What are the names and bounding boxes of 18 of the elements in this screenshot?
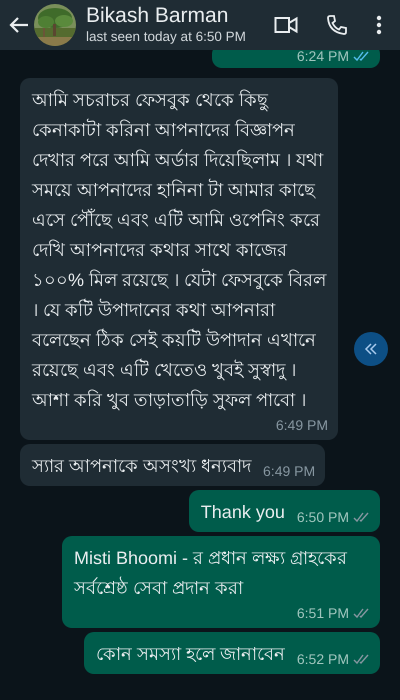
more-options-icon[interactable] [376,15,382,35]
message-text: Misti Bhoomi - র প্রধান লক্ষ্য গ্রাহকের সর্বশ্রেষ্ঠ সেবা প্রদান করা [74,547,348,600]
scroll-down-button[interactable] [354,332,388,366]
message-time: 6:52 PM [296,650,349,669]
message-time: 6:49 PM [276,416,328,435]
last-seen-status: last seen today at 6:50 PM [86,28,247,46]
double-chevron-icon [364,342,378,356]
message-text: Thank you [200,501,285,524]
contact-name[interactable]: Bikash Barman [86,4,274,28]
message-text: স্যার আপনাকে অসংখ্য ধন্যবাদ [32,455,252,478]
message-time: 6:50 PM [296,508,349,527]
phone-call-icon[interactable] [326,14,348,36]
message-text: আমি সচরাচর ফেসবুক থেকে কিছু কেনাকাটা করিনা আপনাদের বিজ্ঞাপন দেখার পরে আমি অর্ডার দিয়েছিলাম । যথা সময়ে আপনাদের হানিনা টা আমার কাছে এসে পৌঁছে এবং এটি আমি ওপেনিং করে দেখি আপনাদের কথার সাথে কাজের ১০০% মিল রয়েছে । যেটা ফেসবুকে বিরল । যে কটি উপাদানের কথা আপনারা বলেছেন ঠিক সেই কয়টি উপাদান এখানে রয়েছে এবং এটি খেতেও খুবই সুস্বাদু । আশা করি খুব তাড়াতাড়ি সুফল পাবো । [32,88,328,412]
message-time: 6:49 PM [263,462,316,481]
message-time: 6:24 PM [296,50,349,66]
message-text: কোন সমস্যা হলে জানাবেন [96,643,285,666]
video-call-icon[interactable] [274,16,298,34]
message-time: 6:51 PM [296,604,349,623]
